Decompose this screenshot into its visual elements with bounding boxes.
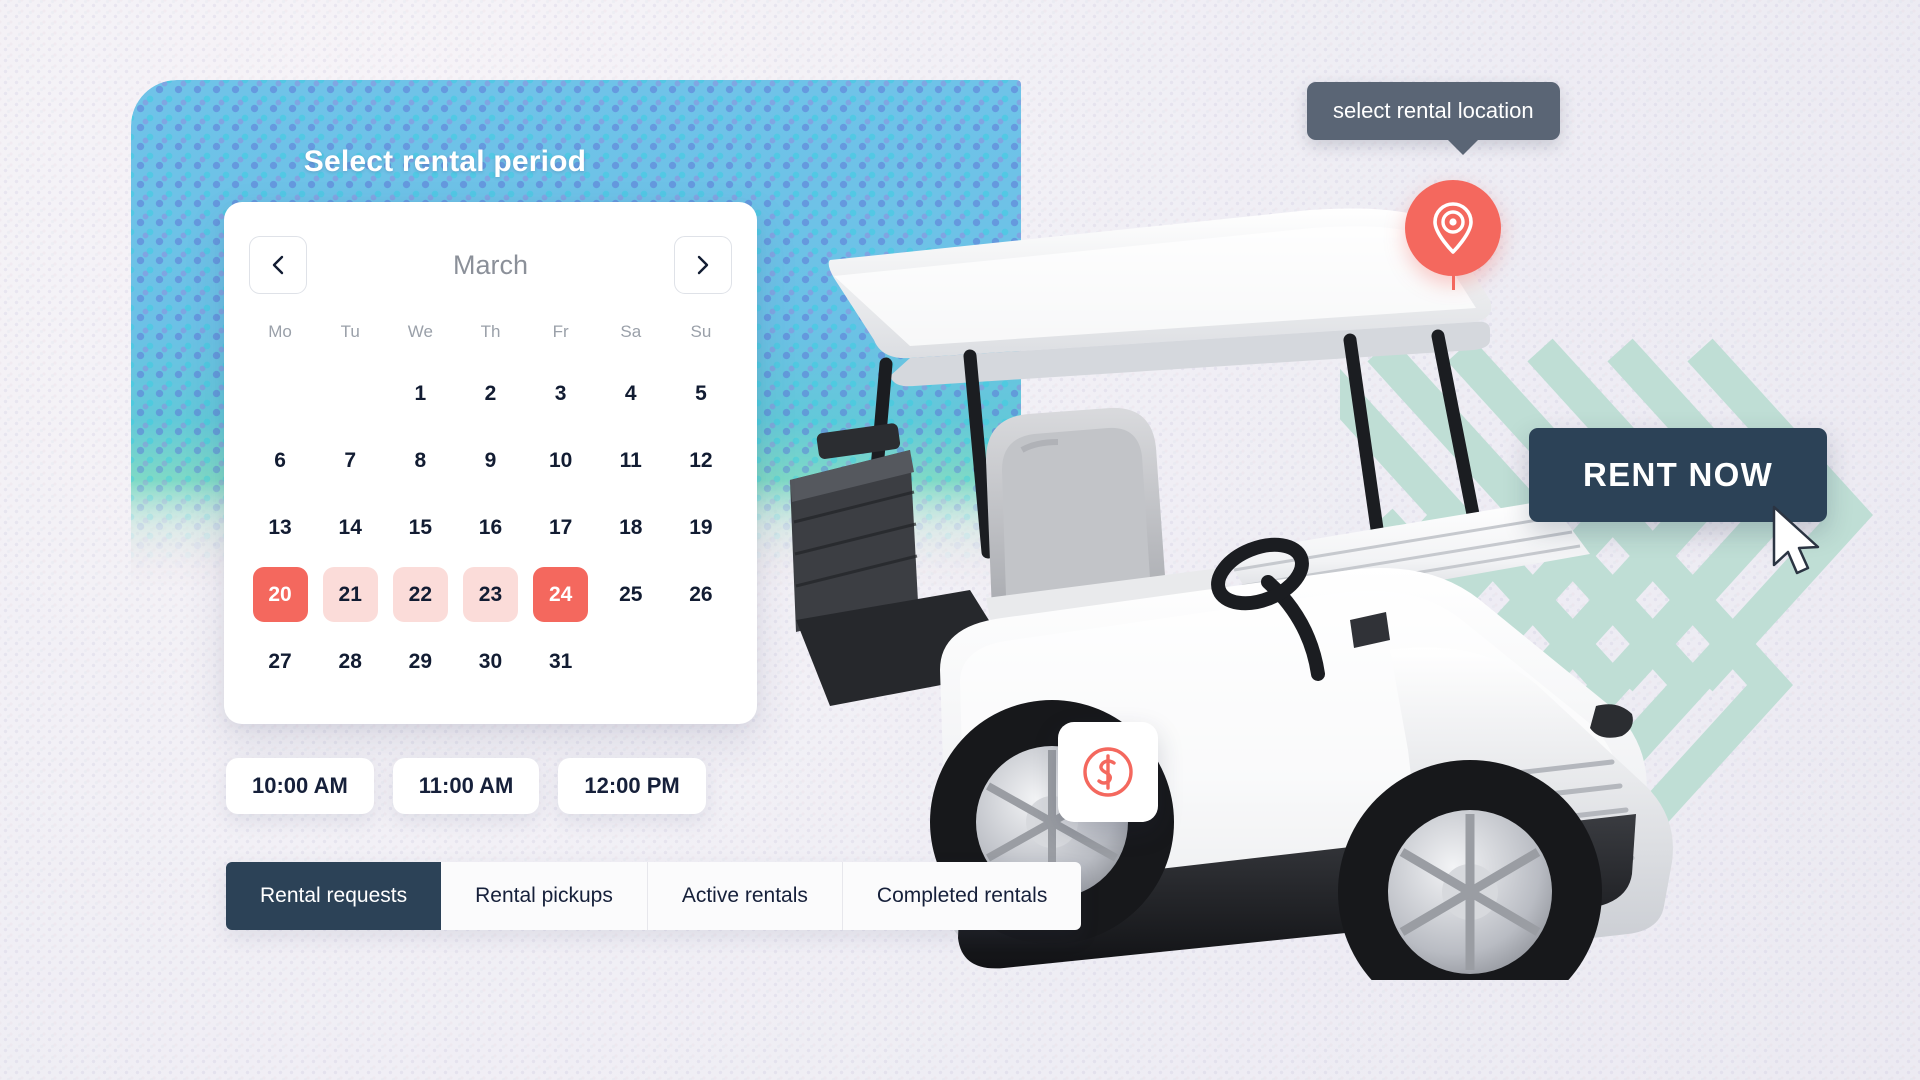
calendar-day-6[interactable]: 6 [245,427,315,494]
banner-title: Select rental period [303,145,587,178]
calendar-day-24[interactable]: 24 [526,561,596,628]
calendar-day-label: 1 [414,381,427,405]
calendar-day-label: 8 [414,448,427,472]
calendar-day-label: 23 [462,567,518,622]
calendar-day-31[interactable]: 31 [526,628,596,695]
dollar-circle-icon [1083,747,1133,797]
calendar-card: March Mo Tu We Th Fr Sa Su 1 2 3 4 5 6 7 8 9 10 11 12 13 14… [224,202,757,724]
calendar-day-label: 5 [695,381,707,405]
calendar-day-23[interactable]: 23 [455,561,525,628]
weekday-label-we: We [407,322,433,341]
tab-active-rentals[interactable]: Active rentals [647,862,843,930]
calendar-day-25[interactable]: 25 [596,561,666,628]
mouse-pointer-icon [1770,505,1826,579]
calendar-day-13[interactable]: 13 [245,494,315,561]
calendar-day-label: 22 [392,567,448,622]
calendar-day-label: 10 [548,448,573,472]
calendar-day-label: 12 [689,448,713,472]
map-pin-icon [1433,202,1473,254]
calendar-day-label: 16 [478,515,503,539]
calendar-day-20[interactable]: 20 [245,561,315,628]
calendar-day-label: 27 [268,649,292,673]
tab-rental-pickups[interactable]: Rental pickups [441,862,648,930]
calendar-day-29[interactable]: 29 [385,628,455,695]
calendar-day-label: 26 [689,582,713,606]
calendar-day-label: 18 [619,515,643,539]
calendar-day-label: 30 [478,649,503,673]
calendar-day-label: 15 [408,515,433,539]
calendar-day-label: 24 [533,567,589,622]
calendar-day-2[interactable]: 2 [455,360,525,427]
calendar-day-4[interactable]: 4 [596,360,666,427]
app-stage: Select rental period March Mo Tu We Th F… [0,0,1920,1080]
calendar-day-3[interactable]: 3 [526,360,596,427]
next-month-button[interactable] [674,236,732,294]
calendar-day-18[interactable]: 18 [596,494,666,561]
calendar-day-5[interactable]: 5 [666,360,736,427]
location-tooltip: select rental location [1307,82,1560,155]
calendar-day-label: 6 [274,448,286,472]
price-badge[interactable] [1058,722,1158,822]
calendar-day-8[interactable]: 8 [385,427,455,494]
weekday-label-mo: Mo [268,322,292,341]
calendar-day-label: 4 [624,381,637,405]
rental-status-tabs: Rental requests Rental pickups Active rent… [226,862,1082,930]
calendar-day-27[interactable]: 27 [245,628,315,695]
calendar-day-16[interactable]: 16 [455,494,525,561]
calendar-day-label: 19 [689,515,713,539]
calendar-day-label: 25 [619,582,643,606]
tab-rental-requests[interactable]: Rental requests [226,862,442,930]
calendar-day-label: 21 [322,567,378,622]
time-slot-list: 10:00 AM 11:00 AM 12:00 PM [226,758,706,814]
chevron-right-icon [697,255,709,275]
calendar-day-label: 29 [408,649,433,673]
calendar-day-26[interactable]: 26 [666,561,736,628]
calendar-day-7[interactable]: 7 [315,427,385,494]
location-pin-button[interactable] [1405,180,1501,276]
calendar-day-12[interactable]: 12 [666,427,736,494]
weekday-label-th: Th [480,322,501,341]
calendar-day-19[interactable]: 19 [666,494,736,561]
calendar-day-label: 14 [338,515,362,539]
weekday-label-fr: Fr [552,322,569,341]
calendar-day-30[interactable]: 30 [455,628,525,695]
calendar-day-grid[interactable]: 1 2 3 4 5 6 7 8 9 10 11 12 13 14 15 16 17 18 19 20 21 22 23 24 2… [245,360,736,695]
weekday-label-sa: Sa [620,322,642,341]
calendar-day-28[interactable]: 28 [315,628,385,695]
weekday-label-tu: Tu [340,322,360,341]
calendar-day-label: 9 [484,448,497,472]
calendar-day-9[interactable]: 9 [455,427,525,494]
calendar-day-label: 28 [338,649,362,673]
calendar-day-11[interactable]: 11 [596,427,666,494]
calendar-day-15[interactable]: 15 [385,494,455,561]
calendar-day-1[interactable]: 1 [385,360,455,427]
calendar-header: March [224,236,757,294]
time-slot-button[interactable]: 12:00 PM [558,758,706,814]
calendar-day-14[interactable]: 14 [315,494,385,561]
calendar-day-label: 13 [268,515,292,539]
calendar-day-label: 31 [548,649,573,673]
time-slot-button[interactable]: 11:00 AM [392,758,540,814]
calendar-day-10[interactable]: 10 [526,427,596,494]
calendar-day-22[interactable]: 22 [385,561,455,628]
calendar-day-placeholder [315,360,385,427]
tab-completed-rentals[interactable]: Completed rentals [842,862,1082,930]
calendar-day-17[interactable]: 17 [526,494,596,561]
calendar-day-label: 17 [548,515,573,539]
calendar-day-label: 11 [619,448,642,472]
calendar-day-placeholder [245,360,315,427]
calendar-day-label: 3 [554,381,567,405]
calendar-weekday-header: Mo Tu We Th Fr Sa Su [245,322,736,342]
time-slot-button[interactable]: 10:00 AM [226,758,374,814]
golf-cart-illustration [790,150,1810,980]
calendar-day-label: 20 [252,567,308,622]
calendar-day-21[interactable]: 21 [315,561,385,628]
calendar-day-label: 7 [344,448,357,472]
calendar-day-label: 2 [484,381,497,405]
weekday-label-su: Su [690,322,712,341]
